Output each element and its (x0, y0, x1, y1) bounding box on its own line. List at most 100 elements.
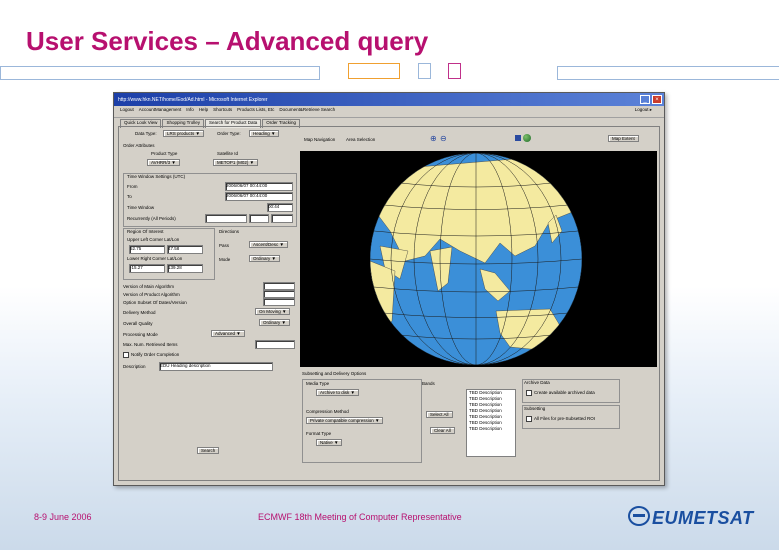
processing-label: Processing Mode (123, 332, 158, 337)
recurrently-field-1[interactable] (205, 214, 247, 223)
bands-listbox[interactable]: TBD Description TBD Description TBD Desc… (466, 389, 516, 457)
format-type-label: Format Type (306, 431, 332, 436)
option-subset-field[interactable] (263, 298, 295, 306)
product-type-select[interactable]: AVHRR/3 ▼ (147, 159, 180, 166)
menu-info[interactable]: Info (186, 107, 194, 116)
menu-products[interactable]: Products Lists, Etc (237, 107, 274, 116)
pass-label: Pass (219, 243, 230, 248)
decorative-square-magenta (448, 63, 461, 79)
search-button[interactable]: Search (197, 447, 220, 454)
decorative-bar-right (557, 66, 779, 80)
subsetting-check-icon[interactable] (526, 416, 532, 422)
notify-check-icon[interactable] (123, 352, 129, 358)
map-navigation-option[interactable]: Map Navigation (304, 137, 335, 142)
subsetting-group-title: Subsetting (524, 406, 546, 411)
time-window-label: Time Window (127, 205, 155, 210)
quality-select[interactable]: Ordinary ▼ (259, 319, 290, 326)
browser-window: http://www.hkn.NET/home/Eod/Ad.html - Mi… (113, 92, 665, 486)
satellite-select[interactable]: METOP1 (M02) ▼ (213, 159, 259, 166)
notify-checkbox[interactable]: Notify Order Completion (123, 352, 179, 358)
clear-all-button[interactable]: Clear All (430, 427, 455, 434)
directions-title: Directions (219, 229, 240, 234)
upper-left-lon[interactable]: 47.58 (167, 245, 203, 254)
data-type-label: Data Type: (135, 131, 157, 136)
description-field[interactable]: EDU Heading description (159, 362, 273, 371)
compression-label: Compression Method (306, 409, 349, 414)
delivery-label: Delivery Method (123, 310, 156, 315)
to-field[interactable]: 2006/06/07 00:44:00 (225, 192, 293, 201)
lower-right-label: Lower Right Corner Lat/Lon (127, 256, 183, 261)
from-label: From (127, 184, 138, 189)
data-type-select[interactable]: LRS products ▼ (163, 130, 204, 137)
zoom-in-icon[interactable]: ⊕ (430, 134, 437, 143)
media-select[interactable]: Archive to disk ▼ (316, 389, 359, 396)
main-algorithm-label: Version of Main Algorithm (123, 284, 175, 289)
mode-select[interactable]: Ordinary ▼ (249, 255, 280, 262)
map-extent-button[interactable]: Map Extent (608, 135, 639, 142)
product-type-label: Product Type (151, 151, 178, 156)
grid-icon[interactable] (515, 135, 521, 141)
satellite-label: Satellite Id (217, 151, 239, 156)
time-window-field[interactable]: 00:44 (267, 203, 293, 212)
order-attributes-label: Order Attributes (123, 143, 155, 148)
eumetsat-logo-icon (628, 506, 650, 526)
time-window-title: Time Window Settings (UTC) (127, 174, 186, 179)
decorative-square-blue (418, 63, 431, 79)
menu-search[interactable]: Document&Retrieve Search (279, 107, 335, 116)
area-selection-option[interactable]: Area Selection (346, 137, 375, 142)
decorative-bar-left (0, 66, 320, 80)
lower-right-lon[interactable]: 139.28 (167, 264, 203, 273)
menu-help[interactable]: Help (199, 107, 208, 116)
logout-link[interactable]: Logout ▸ (635, 107, 652, 116)
select-all-button[interactable]: Select All (426, 411, 453, 418)
from-field[interactable]: 2006/06/07 00:44:00 (225, 182, 293, 191)
recurrently-label: Recurrently (All Periods) (127, 216, 176, 221)
right-panel: Map Navigation Area Selection ⊕ ⊖ Map Ex… (300, 129, 657, 478)
quality-label: Overall Quality (123, 321, 153, 326)
product-algorithm-label: Version of Product Algorithm (123, 292, 180, 297)
option-subset-label: Option Subset Of Dates/Version (123, 300, 187, 305)
minimize-button[interactable]: _ (640, 95, 650, 104)
archive-check-icon[interactable] (526, 390, 532, 396)
mode-label: Mode (219, 257, 231, 262)
bands-label: Bands (422, 381, 435, 386)
menu-account[interactable]: AccountManagement (139, 107, 182, 116)
compression-select[interactable]: Private compatible compression ▼ (306, 417, 384, 424)
band-item[interactable]: TBD Description (467, 426, 515, 432)
order-type-select[interactable]: Heading ▼ (249, 130, 280, 137)
processing-select[interactable]: Advanced ▼ (211, 330, 245, 337)
close-button[interactable]: × (652, 95, 662, 104)
subsetting-option: All Files for pre-Subsetted ROI (534, 416, 596, 422)
globe-map[interactable] (300, 151, 657, 367)
recurrently-field-2[interactable] (249, 214, 269, 223)
main-panel: Data Type: LRS products ▼ Order Type: He… (118, 126, 660, 481)
order-type-label: Order Type: (217, 131, 241, 136)
main-algorithm-field[interactable] (263, 282, 295, 290)
lower-right-lat[interactable]: -15.27 (129, 264, 165, 273)
upper-left-label: Upper Left Corner Lat/Lon (127, 237, 180, 242)
archive-checkbox[interactable]: Create available archived data (526, 390, 595, 396)
menu-shortcuts[interactable]: Shortcuts (213, 107, 232, 116)
globe-svg[interactable] (300, 151, 657, 367)
notify-label: Notify Order Completion (131, 352, 180, 358)
subsetting-checkbox[interactable]: All Files for pre-Subsetted ROI (526, 416, 595, 422)
delivery-select[interactable]: On Moving ▼ (255, 308, 291, 315)
recurrently-field-3[interactable] (271, 214, 293, 223)
landmass-africa (370, 260, 396, 337)
footer-text: ECMWF 18th Meeting of Computer Represent… (258, 512, 462, 522)
decorative-square-orange (348, 63, 400, 79)
format-type-select[interactable]: Native ▼ (316, 439, 343, 446)
window-title: http://www.hkn.NET/home/Eod/Ad.html - Mi… (118, 96, 268, 103)
pass-select[interactable]: Ascent/Desc ▼ (249, 241, 288, 248)
max-items-field[interactable] (255, 340, 295, 349)
menu-logout[interactable]: Logout (120, 107, 134, 116)
product-algorithm-field[interactable] (263, 290, 295, 298)
window-titlebar: http://www.hkn.NET/home/Eod/Ad.html - Mi… (114, 93, 664, 106)
zoom-out-icon[interactable]: ⊖ (440, 134, 447, 143)
globe-icon[interactable] (523, 134, 531, 142)
menubar: Logout AccountManagement Info Help Short… (114, 106, 664, 118)
footer-date: 8-9 June 2006 (34, 512, 92, 522)
upper-left-lat[interactable]: 52.75 (129, 245, 165, 254)
region-title: Region Of Interest (127, 229, 164, 234)
archive-title: Archive Data (524, 380, 550, 385)
